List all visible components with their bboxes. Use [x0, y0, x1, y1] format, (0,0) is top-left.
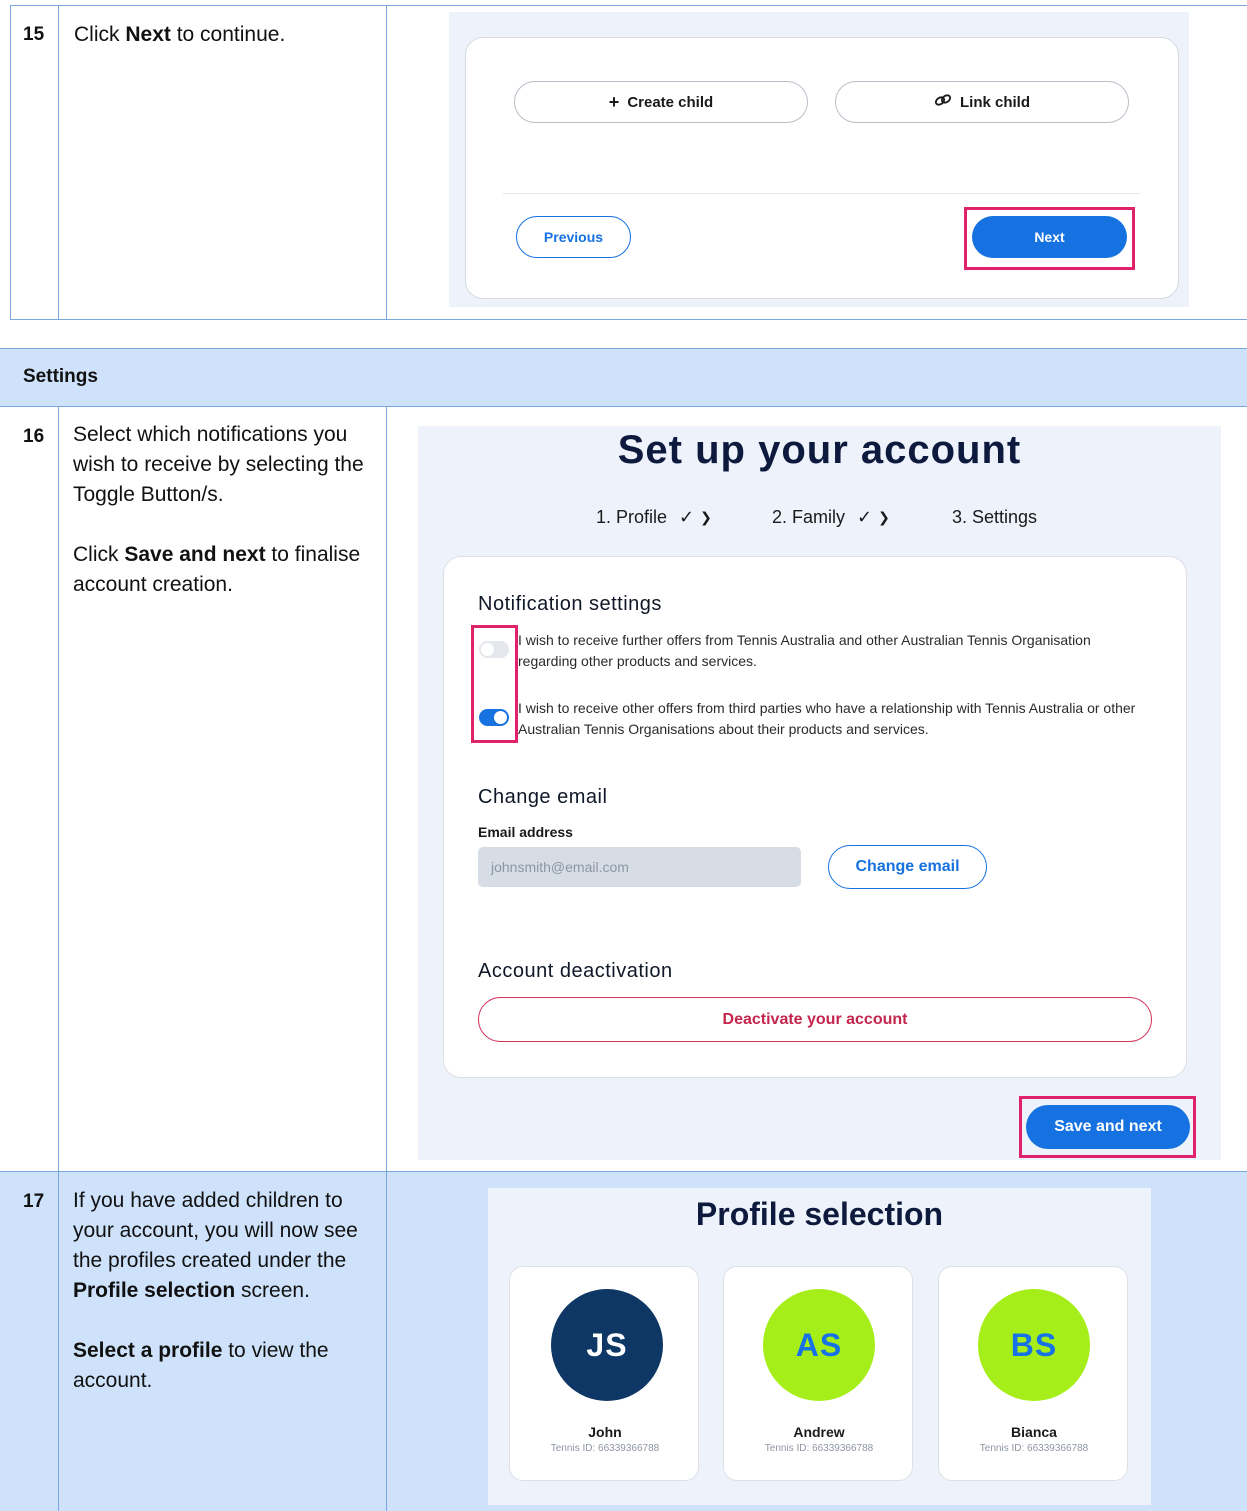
- profile-card-bianca[interactable]: BS Bianca Tennis ID: 66339366788: [938, 1266, 1128, 1481]
- instruction-text: Click: [73, 543, 125, 566]
- change-email-heading: Change email: [478, 786, 608, 808]
- instruction-text: Select which notifications you wish to r…: [73, 423, 364, 506]
- profile-name: Bianca: [1011, 1424, 1057, 1440]
- instruction-bold: Select a profile: [73, 1339, 223, 1362]
- table-border-left: [10, 5, 11, 319]
- instruction-bold: Profile selection: [73, 1279, 236, 1302]
- instruction-text: If you have added children to your accou…: [73, 1186, 373, 1306]
- notification-text-2: I wish to receive other offers from thir…: [518, 700, 1136, 737]
- step-instruction: Click Next to continue.: [74, 20, 374, 50]
- card-divider: [503, 193, 1140, 194]
- settings-title: Settings: [23, 366, 98, 387]
- link-child-button[interactable]: Link child: [835, 81, 1129, 123]
- step-instruction: If you have added children to your accou…: [73, 1186, 373, 1396]
- link-icon: [934, 93, 952, 111]
- table-border-row15-bottom: [10, 319, 1247, 320]
- chevron-right-icon: ❯: [700, 509, 712, 525]
- notification-text-1: I wish to receive further offers from Te…: [518, 632, 1091, 669]
- instruction-text: Click: [74, 23, 126, 46]
- plus-icon: +: [608, 91, 620, 112]
- table-border-col2: [386, 5, 387, 319]
- previous-button[interactable]: Previous: [516, 216, 631, 258]
- create-child-label: Create child: [627, 93, 714, 111]
- email-field[interactable]: johnsmith@email.com: [478, 847, 801, 887]
- step-number: 17: [23, 1191, 45, 1212]
- stepper-step-2: 2. Family ✓ ❯: [772, 507, 890, 528]
- link-child-label: Link child: [959, 93, 1030, 111]
- stepper-step-3: 3. Settings: [952, 507, 1037, 528]
- email-label: Email address: [478, 824, 573, 840]
- profile-selection-title: Profile selection: [695, 1196, 944, 1232]
- instruction-text: If you have added children to your accou…: [73, 1189, 358, 1272]
- instruction-text: Select a profile to view the account.: [73, 1336, 373, 1396]
- settings-section-header: [0, 348, 1247, 406]
- stepper-label: 1. Profile: [596, 507, 668, 527]
- check-icon: ✓: [679, 507, 695, 527]
- profile-name: John: [588, 1424, 622, 1440]
- table-border-col1: [58, 1171, 59, 1511]
- avatar: JS: [551, 1289, 663, 1401]
- next-highlight: [964, 207, 1135, 270]
- create-child-button[interactable]: + Create child: [514, 81, 808, 123]
- chevron-right-icon: ❯: [878, 509, 890, 525]
- step-instruction: Select which notifications you wish to r…: [73, 420, 373, 600]
- profile-tennis-id: Tennis ID: 66339366788: [764, 1443, 874, 1454]
- notification-settings-heading: Notification settings: [478, 593, 662, 615]
- step-number: 16: [23, 426, 45, 447]
- profile-name: Andrew: [793, 1424, 845, 1440]
- avatar: BS: [978, 1289, 1090, 1401]
- change-email-button[interactable]: Change email: [828, 845, 987, 889]
- deactivate-account-button[interactable]: Deactivate your account: [478, 997, 1152, 1042]
- instruction-bold: Save and next: [124, 543, 266, 566]
- instruction-text: screen.: [235, 1279, 310, 1302]
- table-border: [0, 348, 1247, 349]
- toggle-highlight: [471, 625, 518, 743]
- stepper-label: 3. Settings: [952, 507, 1038, 527]
- instruction-text: Click Save and next to finalise account …: [73, 540, 373, 600]
- step-number: 15: [23, 24, 45, 45]
- table-border: [0, 406, 1247, 407]
- table-border: [0, 1171, 1247, 1172]
- avatar: AS: [763, 1289, 875, 1401]
- table-border-col1: [58, 5, 59, 319]
- profile-tennis-id: Tennis ID: 66339366788: [979, 1443, 1089, 1454]
- table-border-top: [10, 5, 1247, 6]
- stepper-step-1: 1. Profile ✓ ❯: [596, 507, 712, 528]
- table-border-col2: [386, 1171, 387, 1511]
- check-icon: ✓: [857, 507, 873, 527]
- instruction-bold: Next: [125, 23, 171, 46]
- profile-card-andrew[interactable]: AS Andrew Tennis ID: 66339366788: [723, 1266, 913, 1481]
- instruction-text: to continue.: [170, 23, 286, 46]
- profile-card-john[interactable]: JS John Tennis ID: 66339366788: [509, 1266, 699, 1481]
- page-title: Set up your account: [617, 428, 1022, 472]
- save-highlight: [1019, 1096, 1196, 1158]
- profile-tennis-id: Tennis ID: 66339366788: [550, 1443, 660, 1454]
- account-deactivation-heading: Account deactivation: [478, 960, 673, 982]
- stepper-label: 2. Family: [772, 507, 846, 527]
